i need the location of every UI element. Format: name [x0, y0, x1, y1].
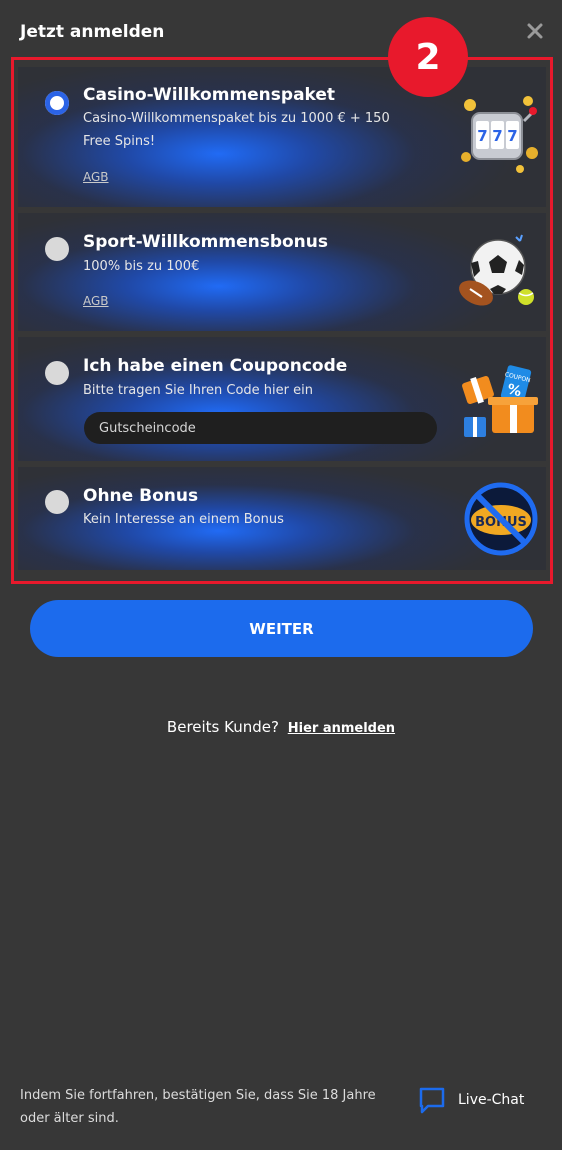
login-link[interactable]: Hier anmelden	[288, 721, 395, 736]
option-description: 100% bis zu 100€	[83, 259, 200, 274]
svg-text:7: 7	[477, 127, 487, 145]
chat-bubble-icon	[419, 1087, 445, 1114]
option-coupon-code[interactable]: Ich habe einen Couponcode Bitte tragen S…	[18, 337, 546, 461]
continue-button[interactable]: WEITER	[30, 600, 533, 657]
login-row: Bereits Kunde? Hier anmelden	[0, 718, 562, 736]
option-title: Ohne Bonus	[83, 486, 199, 506]
radio-no-bonus[interactable]	[45, 490, 69, 514]
radio-casino-welcome[interactable]	[45, 91, 69, 115]
age-confirmation-note: Indem Sie fortfahren, bestätigen Sie, da…	[20, 1088, 376, 1126]
option-sport-welcome[interactable]: Sport-Willkommensbonus 100% bis zu 100€ …	[18, 213, 546, 331]
gift-coupon-icon: COUPON %	[462, 365, 538, 437]
terms-link[interactable]: AGB	[83, 170, 109, 184]
svg-text:7: 7	[492, 127, 502, 145]
slot-machine-icon: 7 7 7	[461, 96, 538, 173]
step-badge: 2	[388, 17, 468, 97]
no-bonus-icon: BONUS	[464, 482, 538, 556]
sports-balls-icon	[459, 234, 534, 306]
page-title: Jetzt anmelden	[20, 22, 165, 42]
option-casino-welcome[interactable]: Casino-Willkommenspaket Casino-Willkomme…	[18, 67, 546, 207]
option-title: Ich habe einen Couponcode	[83, 356, 348, 376]
option-description: Bitte tragen Sie Ihren Code hier ein	[83, 383, 313, 398]
live-chat-button[interactable]: Live-Chat	[418, 1085, 524, 1115]
radio-coupon-code[interactable]	[45, 361, 69, 385]
live-chat-label: Live-Chat	[458, 1092, 525, 1108]
close-icon[interactable]	[524, 20, 546, 42]
coupon-code-input[interactable]	[84, 412, 437, 444]
radio-sport-welcome[interactable]	[45, 237, 69, 261]
option-description: Casino-Willkommenspaket bis zu 1000 € + …	[83, 111, 390, 149]
terms-link[interactable]: AGB	[83, 294, 109, 308]
login-prompt: Bereits Kunde?	[166, 718, 279, 736]
option-title: Sport-Willkommensbonus	[83, 232, 329, 252]
option-title: Casino-Willkommenspaket	[83, 85, 336, 105]
svg-text:7: 7	[507, 127, 517, 145]
option-no-bonus[interactable]: Ohne Bonus Kein Interesse an einem Bonus…	[18, 467, 546, 570]
option-description: Kein Interesse an einem Bonus	[83, 512, 284, 527]
